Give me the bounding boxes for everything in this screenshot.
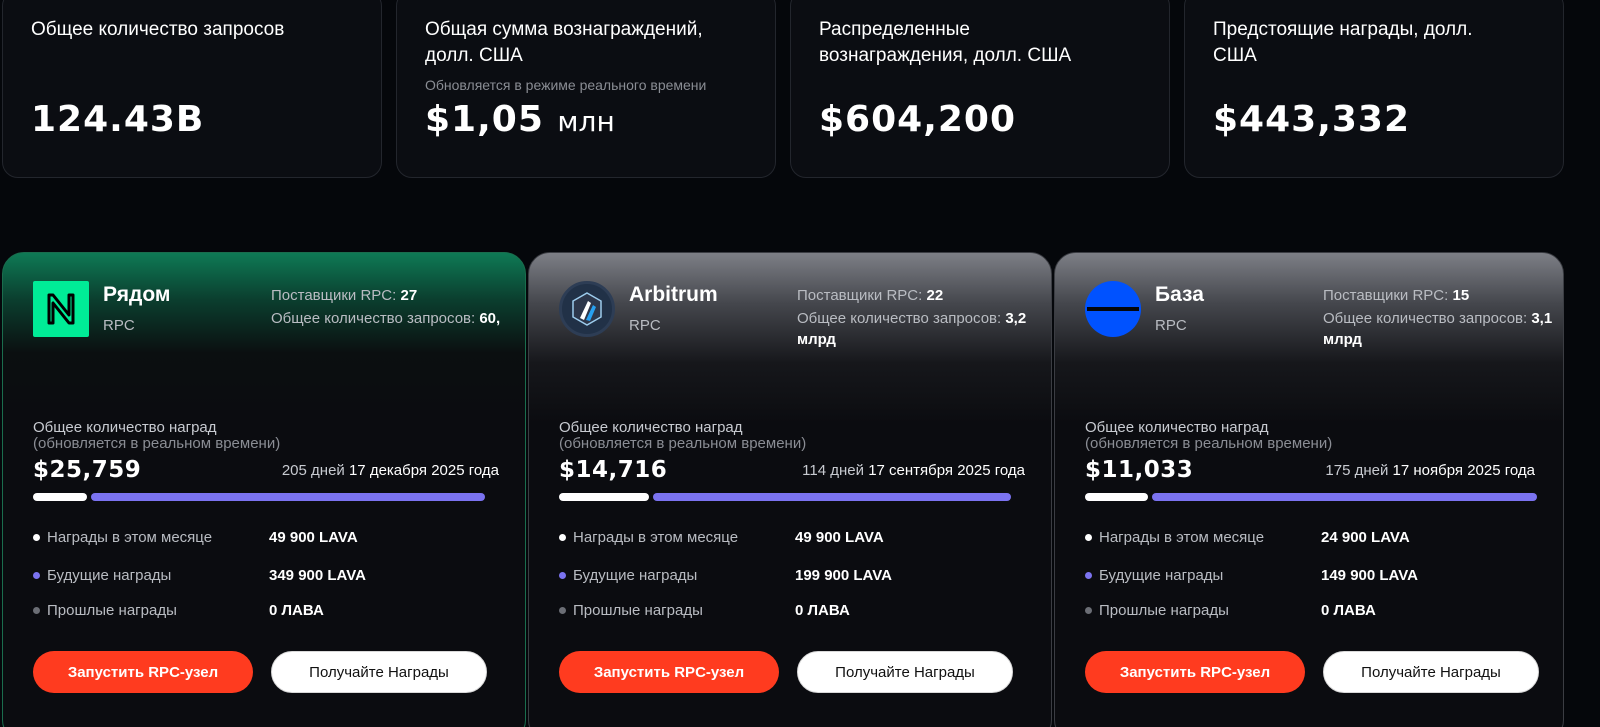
this-month-value: 24 900 LAVA — [1321, 529, 1410, 546]
progress-remaining — [91, 493, 485, 501]
progress-done — [1085, 493, 1149, 501]
this-month-value: 49 900 LAVA — [795, 529, 884, 546]
realtime-note: (обновляется в реальном времени) — [33, 435, 281, 452]
dot-icon — [1085, 534, 1092, 541]
rewards-progress-bar — [559, 493, 1011, 501]
progress-done — [33, 493, 88, 501]
rewards-progress-bar — [33, 493, 485, 501]
future-value: 349 900 LAVA — [269, 567, 366, 584]
dot-icon — [1085, 572, 1092, 579]
get-rewards-button[interactable]: Получайте Награды — [1323, 651, 1539, 693]
progress-remaining — [653, 493, 1011, 501]
stat-card-distributed-rewards: Распределенные вознаграждения, долл. США… — [790, 0, 1170, 178]
this-month-value: 49 900 LAVA — [269, 529, 358, 546]
this-month-row: Награды в этом месяце — [1085, 529, 1264, 546]
get-rewards-button[interactable]: Получайте Награды — [271, 651, 487, 693]
stat-card-total-rewards: Общая сумма вознаграждений, долл. США Об… — [396, 0, 776, 178]
network-card-arbitrum: Arbitrum RPC Поставщики RPC: 22 Общее ко… — [528, 252, 1052, 727]
past-value: 0 ЛАВА — [269, 602, 324, 619]
past-value: 0 ЛАВА — [795, 602, 850, 619]
dot-icon — [33, 534, 40, 541]
network-type: RPC — [1155, 317, 1187, 334]
total-rewards-value: $14,716 — [559, 457, 668, 483]
network-type: RPC — [103, 317, 135, 334]
rewards-end-date: 114 дней 17 сентября 2025 года — [802, 462, 1025, 479]
dot-icon — [33, 572, 40, 579]
future-row: Будущие награды — [559, 567, 697, 584]
dot-icon — [559, 572, 566, 579]
total-rewards-label: Общее количество наград — [1085, 419, 1269, 436]
progress-remaining — [1152, 493, 1537, 501]
network-card-near: Рядом RPC Поставщики RPC: 27 Общее колич… — [2, 252, 526, 727]
dot-icon — [559, 607, 566, 614]
stat-value: 124.43B — [31, 99, 205, 140]
rewards-end-date: 175 дней 17 ноября 2025 года — [1325, 462, 1535, 479]
dot-icon — [33, 607, 40, 614]
arbitrum-logo-icon — [559, 281, 615, 337]
providers-count: Поставщики RPC: 27 — [271, 287, 418, 304]
stat-value: $443,332 — [1213, 99, 1411, 140]
rewards-progress-bar — [1085, 493, 1537, 501]
stat-value: $604,200 — [819, 99, 1017, 140]
run-rpc-node-button[interactable]: Запустить RPC-узел — [559, 651, 779, 693]
providers-count: Поставщики RPC: 22 — [797, 287, 944, 304]
total-rewards-value: $25,759 — [33, 457, 142, 483]
stat-value: $1,05 млн — [425, 99, 615, 140]
progress-done — [559, 493, 650, 501]
run-rpc-node-button[interactable]: Запустить RPC-узел — [1085, 651, 1305, 693]
network-name: База — [1155, 283, 1204, 306]
stat-card-upcoming-rewards: Предстоящие награды, долл. США $443,332 — [1184, 0, 1564, 178]
stat-title: Общее количество запросов — [31, 19, 285, 40]
total-rewards-value: $11,033 — [1085, 457, 1194, 483]
dot-icon — [1085, 607, 1092, 614]
rewards-end-date: 205 дней 17 декабря 2025 года — [281, 462, 499, 479]
network-name: Arbitrum — [629, 283, 718, 306]
near-logo-icon — [33, 281, 89, 337]
requests-count: Общее количество запросов: 3,2 млрд — [797, 310, 1027, 348]
past-row: Прошлые награды — [33, 602, 177, 619]
get-rewards-button[interactable]: Получайте Награды — [797, 651, 1013, 693]
past-row: Прошлые награды — [1085, 602, 1229, 619]
stat-title: Предстоящие награды, долл. США — [1213, 19, 1473, 66]
future-row: Будущие награды — [33, 567, 171, 584]
past-value: 0 ЛАВА — [1321, 602, 1376, 619]
future-value: 149 900 LAVA — [1321, 567, 1418, 584]
stat-card-total-requests: Общее количество запросов 124.43B — [2, 0, 382, 178]
total-rewards-label: Общее количество наград — [33, 419, 217, 436]
stat-subtitle: Обновляется в режиме реального времени — [425, 77, 707, 93]
this-month-row: Награды в этом месяце — [33, 529, 212, 546]
future-value: 199 900 LAVA — [795, 567, 892, 584]
past-row: Прошлые награды — [559, 602, 703, 619]
providers-count: Поставщики RPC: 15 — [1323, 287, 1470, 304]
network-type: RPC — [629, 317, 661, 334]
stat-title: Общая сумма вознаграждений, долл. США — [425, 19, 703, 66]
stat-title: Распределенные вознаграждения, долл. США — [819, 19, 1072, 66]
total-rewards-label: Общее количество наград — [559, 419, 743, 436]
realtime-note: (обновляется в реальном времени) — [559, 435, 807, 452]
network-card-base: База RPC Поставщики RPC: 15 Общее количе… — [1054, 252, 1564, 727]
rewards-page: Общее количество запросов 124.43B Общая … — [0, 0, 1600, 727]
dot-icon — [559, 534, 566, 541]
run-rpc-node-button[interactable]: Запустить RPC-узел — [33, 651, 253, 693]
realtime-note: (обновляется в реальном времени) — [1085, 435, 1333, 452]
network-name: Рядом — [103, 283, 171, 306]
requests-count: Общее количество запросов: 3,1 млрд — [1323, 310, 1553, 348]
future-row: Будущие награды — [1085, 567, 1223, 584]
base-logo-icon — [1085, 281, 1141, 337]
this-month-row: Награды в этом месяце — [559, 529, 738, 546]
requests-count: Общее количество запросов: 60, — [271, 310, 501, 327]
